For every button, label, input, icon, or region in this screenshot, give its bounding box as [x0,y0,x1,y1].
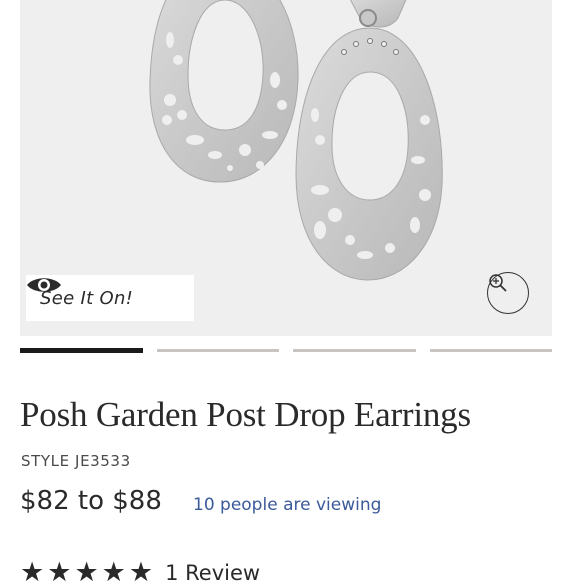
gallery-indicator-1[interactable] [20,348,143,353]
gallery-indicator-4[interactable] [429,349,552,352]
product-title: Posh Garden Post Drop Earrings [20,395,471,434]
star-icon: ★ [101,557,126,588]
zoom-button[interactable] [487,272,529,314]
gallery-indicator-3[interactable] [293,349,416,352]
product-rating[interactable]: ★ ★ ★ ★ ★ 1 Review [20,559,260,586]
product-style-number: STYLE JE3533 [21,452,131,470]
star-icon: ★ [47,557,72,588]
star-icon: ★ [74,557,99,588]
gallery-indicator-2[interactable] [156,349,279,352]
viewers-count: 10 people are viewing [193,495,382,515]
product-image[interactable]: See It On! [20,0,552,336]
star-icon: ★ [20,557,45,588]
reviews-link[interactable]: 1 Review [165,561,260,585]
zoom-in-icon [489,274,507,292]
product-price: $82 to $88 [20,486,162,516]
eye-icon [27,278,61,292]
gallery-indicators [20,348,552,354]
rating-stars: ★ ★ ★ ★ ★ [20,559,153,586]
star-icon: ★ [128,557,154,588]
see-it-on-button[interactable]: See It On! [26,275,194,321]
